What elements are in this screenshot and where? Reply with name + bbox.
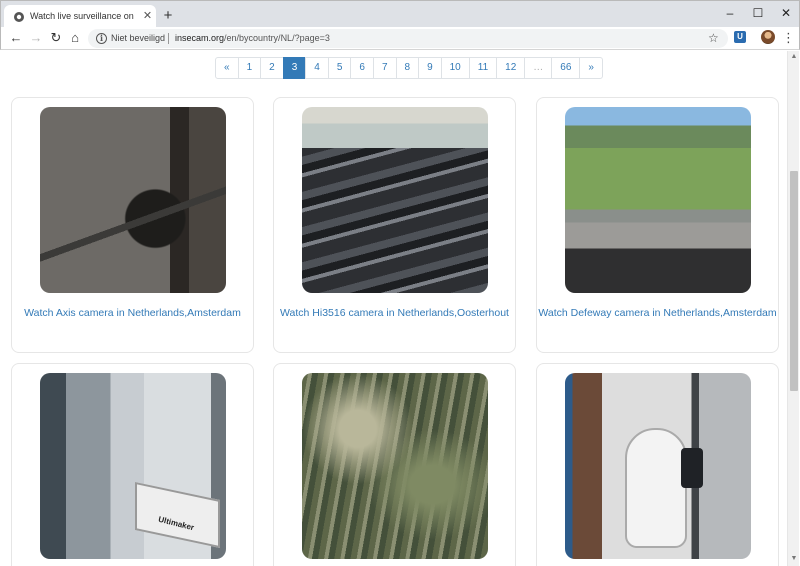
new-tab-icon[interactable]: + [161,8,175,23]
forward-icon[interactable]: → [28,30,44,46]
camera-link[interactable]: Watch Hi3516 camera in Netherlands,Ooste… [274,307,515,319]
title-bar: Watch live surveillance online IP ✕ + – … [0,0,800,29]
camera-card [536,363,779,566]
camera-card: Watch Defeway camera in Netherlands,Amst… [536,97,779,353]
scroll-up-icon[interactable]: ▲ [790,53,798,61]
camera-link[interactable]: Watch Defeway camera in Netherlands,Amst… [537,307,778,319]
page-3-active[interactable]: 3 [282,57,307,79]
page-4[interactable]: 4 [305,57,329,79]
close-window-icon[interactable]: ✕ [779,6,793,20]
address-bar[interactable]: i Niet beveiligd insecam.org/en/bycountr… [88,29,728,48]
camera-thumbnail[interactable] [40,107,226,293]
camera-thumbnail[interactable] [565,373,751,559]
page-content: « 1 2 3 4 5 6 7 8 9 10 11 12 … 66 » Watc… [1,51,787,566]
reload-icon[interactable]: ↻ [48,30,64,46]
page-8[interactable]: 8 [395,57,420,79]
url-text[interactable]: insecam.org/en/bycountry/NL/?page=3 [175,33,330,43]
close-tab-icon[interactable]: ✕ [142,11,153,22]
bookmark-star-icon[interactable]: ☆ [708,31,719,45]
camera-card: Ultimaker [11,363,254,566]
profile-avatar[interactable] [761,30,775,44]
info-icon[interactable]: i [96,33,107,44]
page-7[interactable]: 7 [372,57,397,79]
vertical-scrollbar[interactable]: ▲ ▼ [787,51,799,566]
tab-title: Watch live surveillance online IP [30,11,134,21]
minimize-icon[interactable]: – [723,6,737,20]
page-5[interactable]: 5 [327,57,352,79]
camera-link[interactable]: Watch Axis camera in Netherlands,Amsterd… [12,307,253,319]
page-2[interactable]: 2 [260,57,284,79]
browser-tab[interactable]: Watch live surveillance online IP ✕ [4,5,156,29]
browser-toolbar: ← → ↻ ⌂ i Niet beveiligd insecam.org/en/… [0,27,800,50]
page-6[interactable]: 6 [350,57,374,79]
camera-card: Watch Axis camera in Netherlands,Amsterd… [11,97,254,353]
page-9[interactable]: 9 [418,57,442,79]
page-66[interactable]: 66 [551,57,581,79]
omnibox-divider [168,33,169,44]
page-next[interactable]: » [579,57,603,79]
back-icon[interactable]: ← [8,30,24,46]
scroll-down-icon[interactable]: ▼ [790,555,798,563]
page-12[interactable]: 12 [496,57,526,79]
maximize-icon[interactable]: ☐ [751,6,765,20]
page-ellipsis: … [524,57,553,79]
scroll-thumb[interactable] [790,171,798,391]
url-path: /en/bycountry/NL/?page=3 [224,33,330,43]
camera-favicon-icon [14,12,24,22]
page-1[interactable]: 1 [237,57,262,79]
menu-icon[interactable]: ⋮ [782,30,795,46]
camera-card: Watch Hi3516 camera in Netherlands,Ooste… [273,97,516,353]
page-11[interactable]: 11 [468,57,498,79]
camera-thumbnail[interactable] [565,107,751,293]
camera-thumbnail[interactable] [302,373,488,559]
security-label: Niet beveiligd [111,33,166,43]
camera-card [273,363,516,566]
pagination: « 1 2 3 4 5 6 7 8 9 10 11 12 … 66 » [215,57,603,79]
printer-shape [135,481,220,549]
camera-thumbnail[interactable] [302,107,488,293]
boat-shape [625,428,703,548]
page-10[interactable]: 10 [440,57,470,79]
camera-thumbnail[interactable]: Ultimaker [40,373,226,559]
extension-icon[interactable]: U [734,31,746,43]
boat-motor-shape [681,448,703,488]
home-icon[interactable]: ⌂ [67,30,83,46]
url-host: insecam.org [175,33,225,43]
page-prev[interactable]: « [215,57,239,79]
